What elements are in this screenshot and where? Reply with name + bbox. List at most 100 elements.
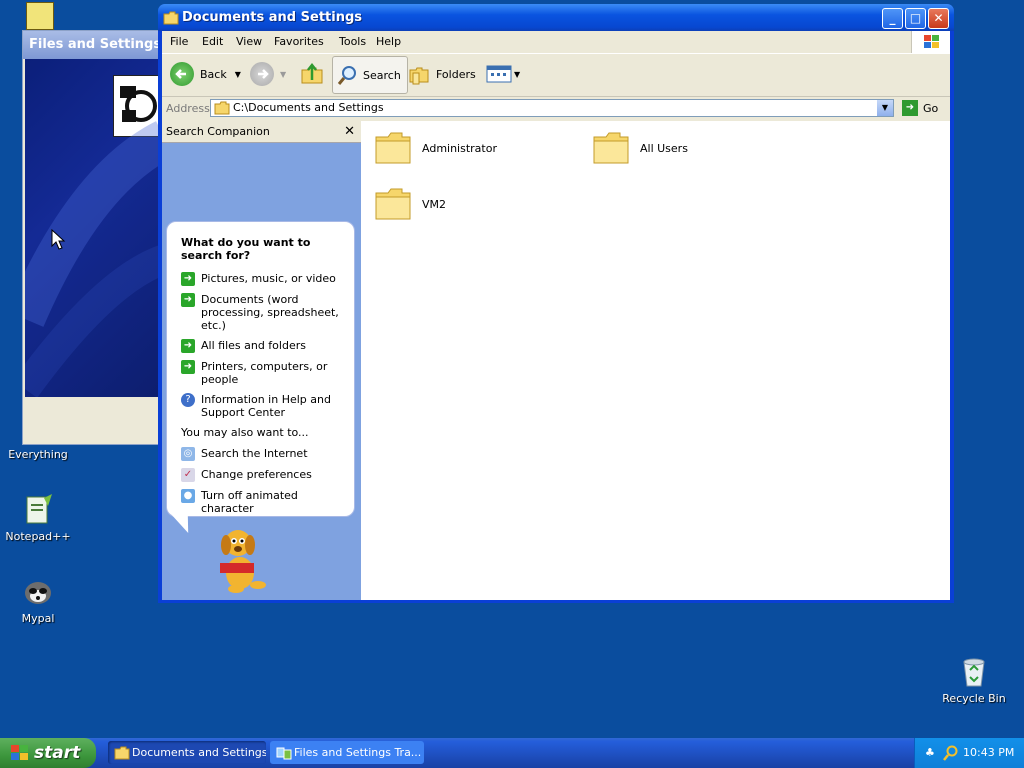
folder-item-administrator[interactable]: Administrator bbox=[374, 131, 497, 165]
desktop-icon-recycle-bin[interactable]: Recycle Bin bbox=[936, 656, 1012, 705]
up-folder-icon bbox=[301, 62, 323, 84]
forward-arrow-icon bbox=[250, 62, 274, 86]
bubble-tail bbox=[171, 515, 197, 533]
globe-search-icon: ◎ bbox=[181, 447, 195, 461]
desktop-icon-notepadpp[interactable]: Notepad++ bbox=[0, 494, 76, 543]
folders-icon bbox=[409, 67, 429, 85]
search-companion-pane: Search Companion ✕ What do you want to s… bbox=[162, 121, 362, 600]
desktop-icon-label: Everything bbox=[8, 448, 68, 461]
back-button[interactable]: Back ▼ bbox=[170, 54, 241, 94]
address-dropdown-button[interactable]: ▼ bbox=[877, 100, 893, 116]
views-button[interactable]: ▼ bbox=[486, 54, 520, 94]
search-label: Search bbox=[363, 68, 401, 82]
folder-item-vm2[interactable]: VM2 bbox=[374, 187, 446, 221]
option-label: Change preferences bbox=[201, 468, 312, 481]
taskbar: start Documents and Settings Files and S… bbox=[0, 738, 1024, 768]
search-heading: What do you want to search for? bbox=[181, 236, 311, 262]
option-label: Pictures, music, or video bbox=[201, 272, 336, 285]
option-label: Documents (word processing, spreadsheet,… bbox=[201, 293, 339, 332]
search-internet-link[interactable]: ◎ Search the Internet bbox=[181, 447, 342, 461]
option-label: Turn off animated character bbox=[201, 489, 298, 515]
folders-button[interactable]: Folders bbox=[408, 54, 476, 94]
toolbar: Back ▼ ▼ Search Folders ▼ bbox=[162, 54, 950, 97]
search-options-bubble: What do you want to search for? ➜ Picture… bbox=[166, 221, 355, 517]
folders-label: Folders bbox=[436, 67, 476, 81]
folder-icon bbox=[214, 101, 230, 115]
back-arrow-icon bbox=[170, 62, 194, 86]
forward-button[interactable]: ▼ bbox=[250, 54, 286, 94]
file-view[interactable]: Administrator All Users VM2 bbox=[362, 121, 950, 600]
maximize-button[interactable]: □ bbox=[905, 8, 926, 29]
explorer-window[interactable]: Documents and Settings _ □ ✕ File Edit V… bbox=[158, 4, 954, 603]
pane-header: Search Companion ✕ bbox=[162, 121, 361, 143]
raccoon-icon bbox=[22, 576, 54, 608]
minimize-button[interactable]: _ bbox=[882, 8, 903, 29]
preferences-icon: ✓ bbox=[181, 468, 195, 482]
chevron-down-icon[interactable]: ▼ bbox=[235, 70, 241, 79]
title-bar[interactable]: Documents and Settings _ □ ✕ bbox=[158, 4, 954, 31]
menu-help[interactable]: Help bbox=[376, 35, 401, 48]
recycle-bin-icon bbox=[958, 656, 990, 688]
address-input[interactable]: C:\Documents and Settings ▼ bbox=[210, 99, 894, 117]
menu-tools[interactable]: Tools bbox=[339, 35, 366, 48]
close-icon[interactable]: ✕ bbox=[344, 121, 355, 143]
desktop-icon-mypal[interactable]: Mypal bbox=[0, 576, 76, 625]
folder-icon bbox=[374, 187, 412, 221]
mouse-cursor-icon bbox=[51, 229, 66, 250]
transfer-wizard-icon bbox=[276, 747, 292, 760]
desktop-icon-label: Recycle Bin bbox=[942, 692, 1006, 705]
folder-label: Administrator bbox=[422, 141, 497, 155]
desktop-icon-label: Mypal bbox=[21, 612, 55, 625]
folder-icon bbox=[114, 746, 130, 760]
chevron-down-icon[interactable]: ▼ bbox=[514, 70, 520, 79]
taskbar-item-files-settings[interactable]: Files and Settings Tra... bbox=[270, 741, 424, 764]
search-dog-character-icon[interactable] bbox=[214, 523, 272, 595]
network-icon[interactable]: ♣ bbox=[925, 738, 935, 768]
search-option-all-files[interactable]: ➜ All files and folders bbox=[181, 339, 342, 353]
option-label: Printers, computers, or people bbox=[201, 360, 328, 386]
search-option-printers[interactable]: ➜ Printers, computers, or people bbox=[181, 360, 342, 386]
menu-file[interactable]: File bbox=[170, 35, 188, 48]
address-label: Address bbox=[166, 102, 210, 115]
pane-title: Search Companion bbox=[166, 125, 270, 138]
menu-view[interactable]: View bbox=[236, 35, 262, 48]
menu-edit[interactable]: Edit bbox=[202, 35, 223, 48]
search-icon[interactable] bbox=[943, 745, 959, 761]
search-option-help[interactable]: ? Information in Help and Support Center bbox=[181, 393, 342, 419]
back-label: Back bbox=[200, 67, 227, 81]
system-tray: ♣ 10:43 PM bbox=[914, 738, 1024, 768]
folder-item-all-users[interactable]: All Users bbox=[592, 131, 688, 165]
character-icon: ● bbox=[181, 489, 195, 503]
close-button[interactable]: ✕ bbox=[928, 8, 949, 29]
clock[interactable]: 10:43 PM bbox=[963, 738, 1014, 768]
search-option-documents[interactable]: ➜ Documents (word processing, spreadsheet… bbox=[181, 293, 342, 332]
chevron-down-icon[interactable]: ▼ bbox=[280, 70, 286, 79]
search-option-pictures[interactable]: ➜ Pictures, music, or video bbox=[181, 272, 342, 286]
desktop-icon-everything[interactable]: Everything bbox=[0, 448, 76, 461]
start-label: start bbox=[34, 743, 81, 763]
search-button[interactable]: Search bbox=[332, 56, 408, 94]
menu-favorites[interactable]: Favorites bbox=[274, 35, 324, 48]
task-label: Documents and Settings bbox=[132, 746, 266, 759]
wizard-banner bbox=[25, 59, 161, 397]
change-preferences-link[interactable]: ✓ Change preferences bbox=[181, 468, 342, 482]
arrow-icon: ➜ bbox=[181, 360, 195, 374]
start-button[interactable]: start bbox=[0, 738, 96, 768]
arrow-icon: ➜ bbox=[181, 293, 195, 307]
address-value: C:\Documents and Settings bbox=[233, 101, 384, 114]
files-settings-transfer-window[interactable]: Files and Settings Tr bbox=[22, 30, 162, 445]
windows-flag-icon bbox=[911, 31, 950, 53]
arrow-icon: ➜ bbox=[181, 339, 195, 353]
taskbar-item-documents[interactable]: Documents and Settings bbox=[108, 741, 266, 764]
option-label: All files and folders bbox=[201, 339, 306, 352]
task-label: Files and Settings Tra... bbox=[294, 746, 422, 759]
also-heading: You may also want to... bbox=[181, 426, 309, 439]
desktop-icon-label: Notepad++ bbox=[5, 530, 71, 543]
go-arrow-icon: ➜ bbox=[902, 100, 918, 116]
windows-flag-icon bbox=[11, 745, 28, 760]
go-button[interactable]: ➜ Go bbox=[902, 100, 938, 116]
turn-off-character-link[interactable]: ● Turn off animated character bbox=[181, 489, 342, 515]
folder-icon bbox=[163, 11, 179, 25]
folder-label: All Users bbox=[640, 141, 688, 155]
up-folder-button[interactable] bbox=[300, 54, 324, 94]
